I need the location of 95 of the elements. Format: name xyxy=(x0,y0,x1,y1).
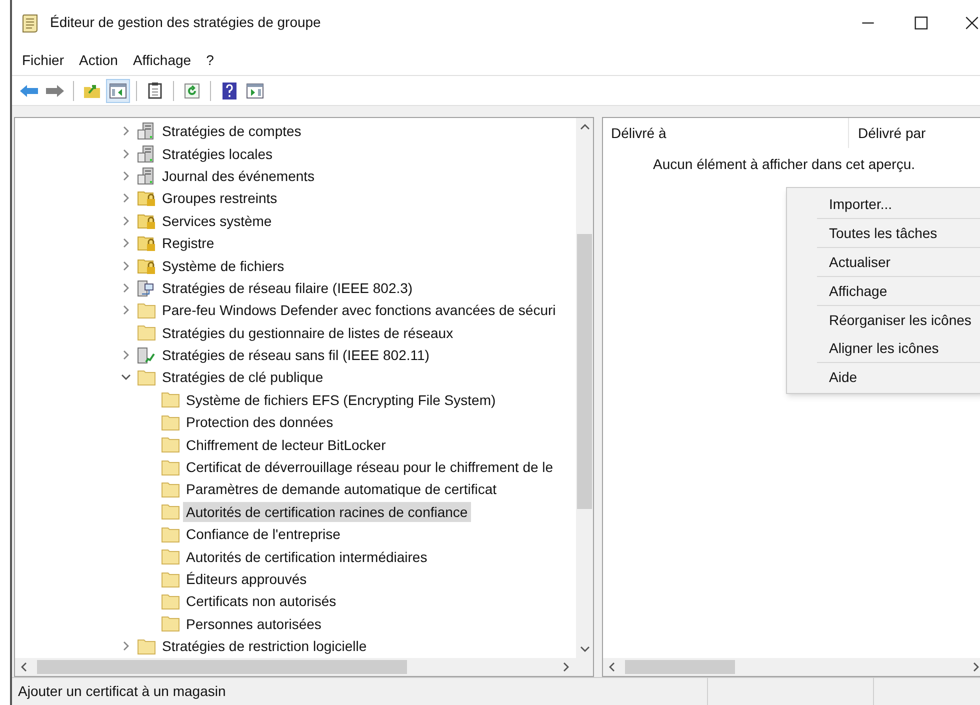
tree-item[interactable]: Stratégies de comptes xyxy=(159,121,304,142)
clipboard-icon xyxy=(148,82,162,99)
forward-arrow-icon xyxy=(45,84,65,98)
chevron-right-icon[interactable] xyxy=(123,641,129,652)
tree-item[interactable]: Stratégies de réseau filaire (IEEE 802.3) xyxy=(159,278,416,298)
menu-item[interactable]: ? xyxy=(200,50,220,70)
horizontal-scrollbar[interactable] xyxy=(15,658,593,676)
menu-item[interactable]: Fichier xyxy=(16,50,70,70)
tree-item[interactable]: Système de fichiers EFS (Encrypting File System) xyxy=(183,390,499,410)
folder-icon xyxy=(137,638,156,655)
tree-item[interactable]: Certificat de déverrouillage réseau pour le chiffrement de le xyxy=(183,457,556,478)
empty-message: Aucun élément à afficher dans cet aperçu. xyxy=(653,155,916,174)
tree-item[interactable]: Services système xyxy=(159,210,275,231)
scroll-right-icon[interactable] xyxy=(563,662,569,672)
back-arrow-icon xyxy=(19,84,39,98)
chevron-right-icon[interactable] xyxy=(123,216,129,226)
scroll-left-icon[interactable] xyxy=(21,662,27,672)
policy-server-icon xyxy=(137,122,155,140)
tree-item[interactable]: Journal des événements xyxy=(159,166,318,186)
policy-server-icon xyxy=(137,144,155,163)
folder-icon xyxy=(161,458,180,476)
chevron-right-icon[interactable] xyxy=(123,148,129,159)
status-text: Ajouter un certificat à un magasin xyxy=(12,678,708,705)
tree-item[interactable]: Registre xyxy=(159,233,218,254)
tree-pane-icon xyxy=(109,82,127,98)
chevron-right-icon[interactable] xyxy=(123,193,129,204)
network-computer-icon xyxy=(137,278,155,297)
wireless-computer-icon xyxy=(137,346,155,364)
folder-icon xyxy=(161,526,180,543)
locked-folder-icon xyxy=(137,189,157,208)
scroll-left-icon[interactable] xyxy=(609,662,615,672)
chevron-right-icon[interactable] xyxy=(123,170,129,181)
tree-item[interactable]: Confiance de l'entreprise xyxy=(183,524,344,544)
menu-item[interactable]: Aligner les icônes xyxy=(817,334,980,362)
locked-folder-icon xyxy=(137,256,157,275)
tree-item[interactable]: Certificats non autorisés xyxy=(183,591,340,612)
locked-folder-icon xyxy=(137,234,157,252)
folder-icon xyxy=(161,615,180,632)
menu-item[interactable]: Importer... xyxy=(817,190,980,218)
chevron-right-icon[interactable] xyxy=(123,282,129,293)
tree-item[interactable]: Personnes autorisées xyxy=(183,614,324,634)
column-header[interactable]: Délivré à xyxy=(603,118,849,148)
tree-item[interactable]: Stratégies de réseau sans fil (IEEE 802.11) xyxy=(159,345,432,366)
menu-item[interactable]: Réorganiser les icônes xyxy=(817,306,980,334)
tree-item[interactable]: Autorités de certification racines de confiance xyxy=(183,502,471,522)
chevron-right-icon[interactable] xyxy=(123,350,129,360)
folder-icon xyxy=(161,436,180,454)
folder-icon xyxy=(161,503,180,520)
help-book-icon xyxy=(222,82,236,100)
scroll-down-icon[interactable] xyxy=(580,646,590,652)
tree-item[interactable]: Stratégies de restriction logicielle xyxy=(159,636,370,656)
folder-icon xyxy=(137,368,156,386)
menu-item[interactable]: Toutes les tâches xyxy=(817,219,980,247)
column-header[interactable]: Délivré par xyxy=(849,118,980,148)
action-pane-icon xyxy=(246,82,264,98)
window-title: Éditeur de gestion des stratégies de groupe xyxy=(50,13,321,32)
folder-icon xyxy=(161,480,180,498)
tree-item[interactable]: Stratégies locales xyxy=(159,144,276,164)
folder-icon xyxy=(161,592,180,610)
tree-item[interactable]: Paramètres de demande automatique de certificat xyxy=(183,479,500,500)
folder-icon xyxy=(161,414,180,431)
chevron-right-icon[interactable] xyxy=(123,126,129,136)
chevron-right-icon[interactable] xyxy=(123,260,129,271)
tree-item[interactable]: Chiffrement de lecteur BitLocker xyxy=(183,434,389,455)
chevron-right-icon[interactable] xyxy=(123,305,129,316)
folder-icon xyxy=(161,548,180,566)
folder-icon xyxy=(137,302,156,319)
vertical-scrollbar[interactable] xyxy=(576,118,593,658)
menu-item[interactable]: Affichage xyxy=(126,50,198,70)
menu-item[interactable]: Affichage xyxy=(817,277,980,305)
chevron-right-icon[interactable] xyxy=(123,238,129,248)
tree-item[interactable]: Groupes restreints xyxy=(159,188,280,208)
folder-icon xyxy=(161,391,180,408)
folder-icon xyxy=(137,324,156,342)
menu-item[interactable]: Aide xyxy=(817,363,980,391)
toolbar-button[interactable] xyxy=(106,78,130,102)
chevron-down-icon[interactable] xyxy=(121,374,131,380)
folder-icon xyxy=(161,570,180,588)
locked-folder-icon xyxy=(137,212,157,230)
scroll-right-icon[interactable] xyxy=(973,662,979,672)
folder-up-icon xyxy=(83,82,101,98)
tree-item[interactable]: Autorités de certification intermédiaires xyxy=(183,546,430,567)
tree-item[interactable]: Stratégies de clé publique xyxy=(159,367,326,388)
tree-item[interactable]: Système de fichiers xyxy=(159,256,288,276)
tree-item[interactable]: Protection des données xyxy=(183,412,336,432)
tree-item[interactable]: Pare-feu Windows Defender avec fonctions avancées de sécuri xyxy=(159,300,559,320)
refresh-icon xyxy=(184,82,200,98)
scroll-up-icon[interactable] xyxy=(580,124,590,130)
menu-item[interactable]: Actualiser xyxy=(817,248,980,276)
policy-server-icon xyxy=(137,166,155,185)
scroll-document-icon xyxy=(21,12,39,32)
horizontal-scrollbar[interactable] xyxy=(603,658,980,676)
tree-item[interactable]: Stratégies du gestionnaire de listes de réseaux xyxy=(159,322,456,343)
tree-item[interactable]: Éditeurs approuvés xyxy=(183,569,310,589)
menu-item[interactable]: Action xyxy=(73,50,124,70)
